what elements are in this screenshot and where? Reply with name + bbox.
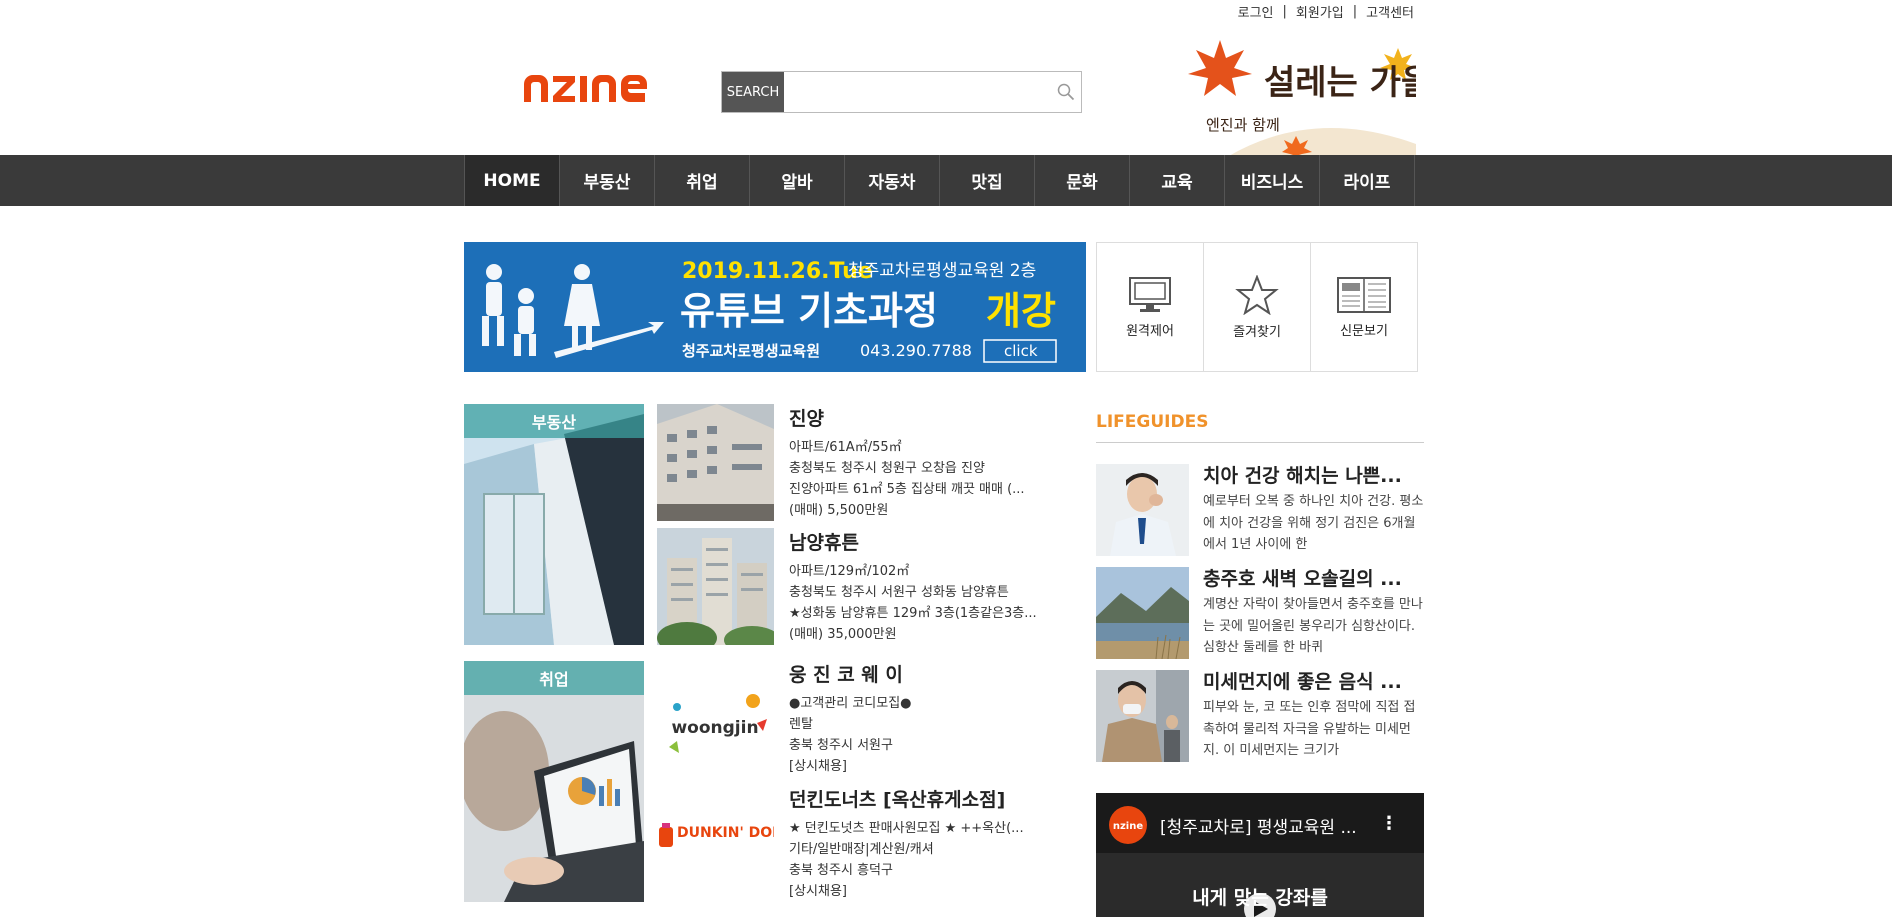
job-detail: 충북 청주시 흥덕구	[789, 863, 893, 878]
woongjin-logo-text: woongjin	[671, 718, 758, 738]
banner-date: 2019.11.26.Tue	[682, 259, 873, 284]
autumn-promo-banner[interactable]: 설레는 가을 엔진과 함께	[1186, 34, 1432, 164]
main-nav: HOME 부동산 취업 알바 자동차 맛집 문화 교육 비즈니스 라이프	[0, 155, 1892, 206]
signup-link[interactable]: 회원가입	[1296, 2, 1344, 21]
listing-thumbnail[interactable]	[657, 404, 774, 521]
quick-label: 신문보기	[1340, 323, 1388, 339]
listing-detail: ★성화동 남양휴튼 129㎡ 3층(1층같은3층...	[789, 606, 1037, 621]
autumn-subtitle: 엔진과 함께	[1206, 116, 1280, 134]
lifeguides-title: LIFEGUIDES	[1096, 412, 1424, 443]
job-detail: ●고객관리 코디모집●	[789, 696, 912, 711]
lifeguide-title: 충주호 새벽 오솔길의 ...	[1203, 568, 1402, 590]
banner-org: 청주교차로평생교육원	[682, 342, 820, 360]
lifeguide-item[interactable]: 치아 건강 해치는 나쁜... 예로부터 오복 중 하나인 치아 건강. 평소에…	[1096, 464, 1426, 556]
job-title: 웅 진 코 웨 이	[789, 664, 903, 686]
lifeguide-title: 미세먼지에 좋은 음식 ...	[1203, 671, 1402, 693]
more-options-icon[interactable]: ⋮	[1380, 813, 1398, 834]
nzine-logo-mark	[524, 75, 647, 102]
lifeguide-desc: 계명산 자락이 찾아들면서 충주호를 만나는 곳에 밀어올린 봉우리가 심항산이…	[1203, 597, 1423, 655]
listing-price: (매매) 5,500만원	[789, 503, 889, 518]
lifeguide-thumbnail	[1096, 464, 1189, 556]
job-detail: [상시채용]	[789, 884, 847, 899]
nav-education[interactable]: 교육	[1130, 155, 1225, 206]
nav-restaurants[interactable]: 맛집	[940, 155, 1035, 206]
search-icon[interactable]	[1051, 72, 1081, 112]
nav-jobs[interactable]: 취업	[655, 155, 750, 206]
star-icon	[1235, 274, 1279, 315]
lifeguide-thumbnail	[1096, 670, 1189, 762]
listing-detail: 진양아파트 61㎡ 5층 집상태 깨끗 매매 (...	[789, 482, 1025, 497]
job-detail: 기타/일반매장|계산원/캐셔	[789, 842, 934, 857]
banner-headline: 유튜브 기초과정	[680, 289, 938, 333]
lifeguide-item[interactable]: 충주호 새벽 오솔길의 ... 계명산 자락이 찾아들면서 충주호를 만나는 곳…	[1096, 567, 1426, 659]
listing-detail: 아파트/61A㎡/55㎡	[789, 440, 902, 455]
monitor-icon	[1129, 276, 1171, 312]
nav-life[interactable]: 라이프	[1320, 155, 1415, 206]
quick-remote-control[interactable]: 원격제어	[1097, 243, 1204, 371]
listing-title: 진양	[789, 408, 824, 430]
company-logo-dunkin[interactable]: DUNKIN' DONUTS	[657, 785, 774, 902]
lifeguide-desc: 피부와 눈, 코 또는 인후 점막에 직접 접촉하여 물리적 자극을 유발하는 …	[1203, 700, 1416, 758]
nav-cars[interactable]: 자동차	[845, 155, 940, 206]
top-links: 로그인 | 회원가입 | 고객센터	[1238, 2, 1414, 21]
banner-phone: 043.290.7788	[860, 341, 972, 360]
video-caption: 내게 맞는 강좌를	[1192, 887, 1328, 909]
search-button-label[interactable]: SEARCH	[722, 72, 784, 112]
banner-highlight: 개강	[986, 289, 1056, 333]
quick-menu: 원격제어 즐겨찾기 신문보기	[1096, 242, 1418, 372]
job-title: 던킨도너츠 [옥산휴게소점]	[789, 789, 1006, 811]
nav-parttime[interactable]: 알바	[750, 155, 845, 206]
listing-price: (매매) 35,000만원	[789, 627, 897, 642]
quick-favorites[interactable]: 즐겨찾기	[1204, 243, 1311, 371]
login-link[interactable]: 로그인	[1238, 2, 1274, 21]
nav-culture[interactable]: 문화	[1035, 155, 1130, 206]
listing-detail: 아파트/129㎡/102㎡	[789, 564, 910, 579]
search-bar: SEARCH	[721, 71, 1082, 113]
divider: |	[1282, 4, 1287, 19]
nav-realestate[interactable]: 부동산	[560, 155, 655, 206]
job-detail: 렌탈	[789, 717, 813, 732]
category-label: 취업	[464, 661, 644, 695]
quick-label: 즐겨찾기	[1233, 324, 1281, 340]
category-label: 부동산	[464, 404, 644, 438]
quick-label: 원격제어	[1126, 323, 1174, 339]
quick-newspaper[interactable]: 신문보기	[1311, 243, 1417, 371]
video-title: [청주교차로] 평생교육원 ...	[1160, 818, 1357, 838]
autumn-title: 설레는 가을	[1264, 63, 1416, 103]
youtube-video-embed[interactable]: nzine [청주교차로] 평생교육원 ... ⋮ 내게 맞는 강좌를	[1096, 793, 1424, 917]
company-logo-woongjin[interactable]: woongjin	[657, 661, 774, 778]
youtube-course-banner[interactable]: 2019.11.26.Tue 청주교차로평생교육원 2층 유튜브 기초과정 개강…	[464, 242, 1086, 372]
banner-place: 청주교차로평생교육원 2층	[848, 261, 1036, 281]
nav-home[interactable]: HOME	[465, 155, 560, 206]
listing-detail: 충청북도 청주시 청원구 오창읍 진양	[789, 461, 985, 476]
dunkin-logo-text: DUNKIN' DONUTS	[677, 825, 774, 841]
banner-click-button[interactable]: click	[1004, 342, 1038, 360]
listing-title: 남양휴튼	[789, 532, 859, 554]
channel-badge-text: nzine	[1113, 821, 1143, 832]
newspaper-icon	[1337, 276, 1391, 313]
job-detail: ★ 던킨도넛츠 판매사원모집 ★ ++옥산(...	[789, 821, 1024, 836]
job-detail: [상시채용]	[789, 759, 847, 774]
lifeguide-thumbnail	[1096, 567, 1189, 659]
lifeguide-title: 치아 건강 해치는 나쁜...	[1203, 465, 1402, 487]
realestate-category-image	[464, 404, 644, 645]
job-listing-item[interactable]: 웅 진 코 웨 이 ●고객관리 코디모집● 렌탈 충북 청주시 서원구 [상시채…	[789, 660, 1089, 777]
listing-item[interactable]: 진양 아파트/61A㎡/55㎡ 충청북도 청주시 청원구 오창읍 진양 진양아파…	[789, 404, 1089, 521]
job-detail: 충북 청주시 서원구	[789, 738, 893, 753]
job-listing-item[interactable]: 던킨도너츠 [옥산휴게소점] ★ 던킨도넛츠 판매사원모집 ★ ++옥산(...…	[789, 785, 1089, 902]
listing-thumbnail[interactable]	[657, 528, 774, 645]
jobs-category-image	[464, 661, 644, 902]
customer-center-link[interactable]: 고객센터	[1366, 2, 1414, 21]
nzine-logo[interactable]	[522, 72, 672, 111]
category-realestate[interactable]: 부동산	[464, 404, 644, 645]
category-jobs[interactable]: 취업	[464, 661, 644, 902]
listing-detail: 충청북도 청주시 서원구 성화동 남양휴튼	[789, 585, 1009, 600]
lifeguide-item[interactable]: 미세먼지에 좋은 음식 ... 피부와 눈, 코 또는 인후 점막에 직접 접촉…	[1096, 670, 1426, 762]
nav-business[interactable]: 비즈니스	[1225, 155, 1320, 206]
maple-leaf-icon	[1188, 40, 1252, 96]
lifeguide-desc: 예로부터 오복 중 하나인 치아 건강. 평소에 치아 건강을 위해 정기 검진…	[1203, 494, 1424, 552]
search-input[interactable]	[784, 72, 1051, 112]
listing-item[interactable]: 남양휴튼 아파트/129㎡/102㎡ 충청북도 청주시 서원구 성화동 남양휴튼…	[789, 528, 1089, 645]
divider: |	[1352, 4, 1358, 19]
